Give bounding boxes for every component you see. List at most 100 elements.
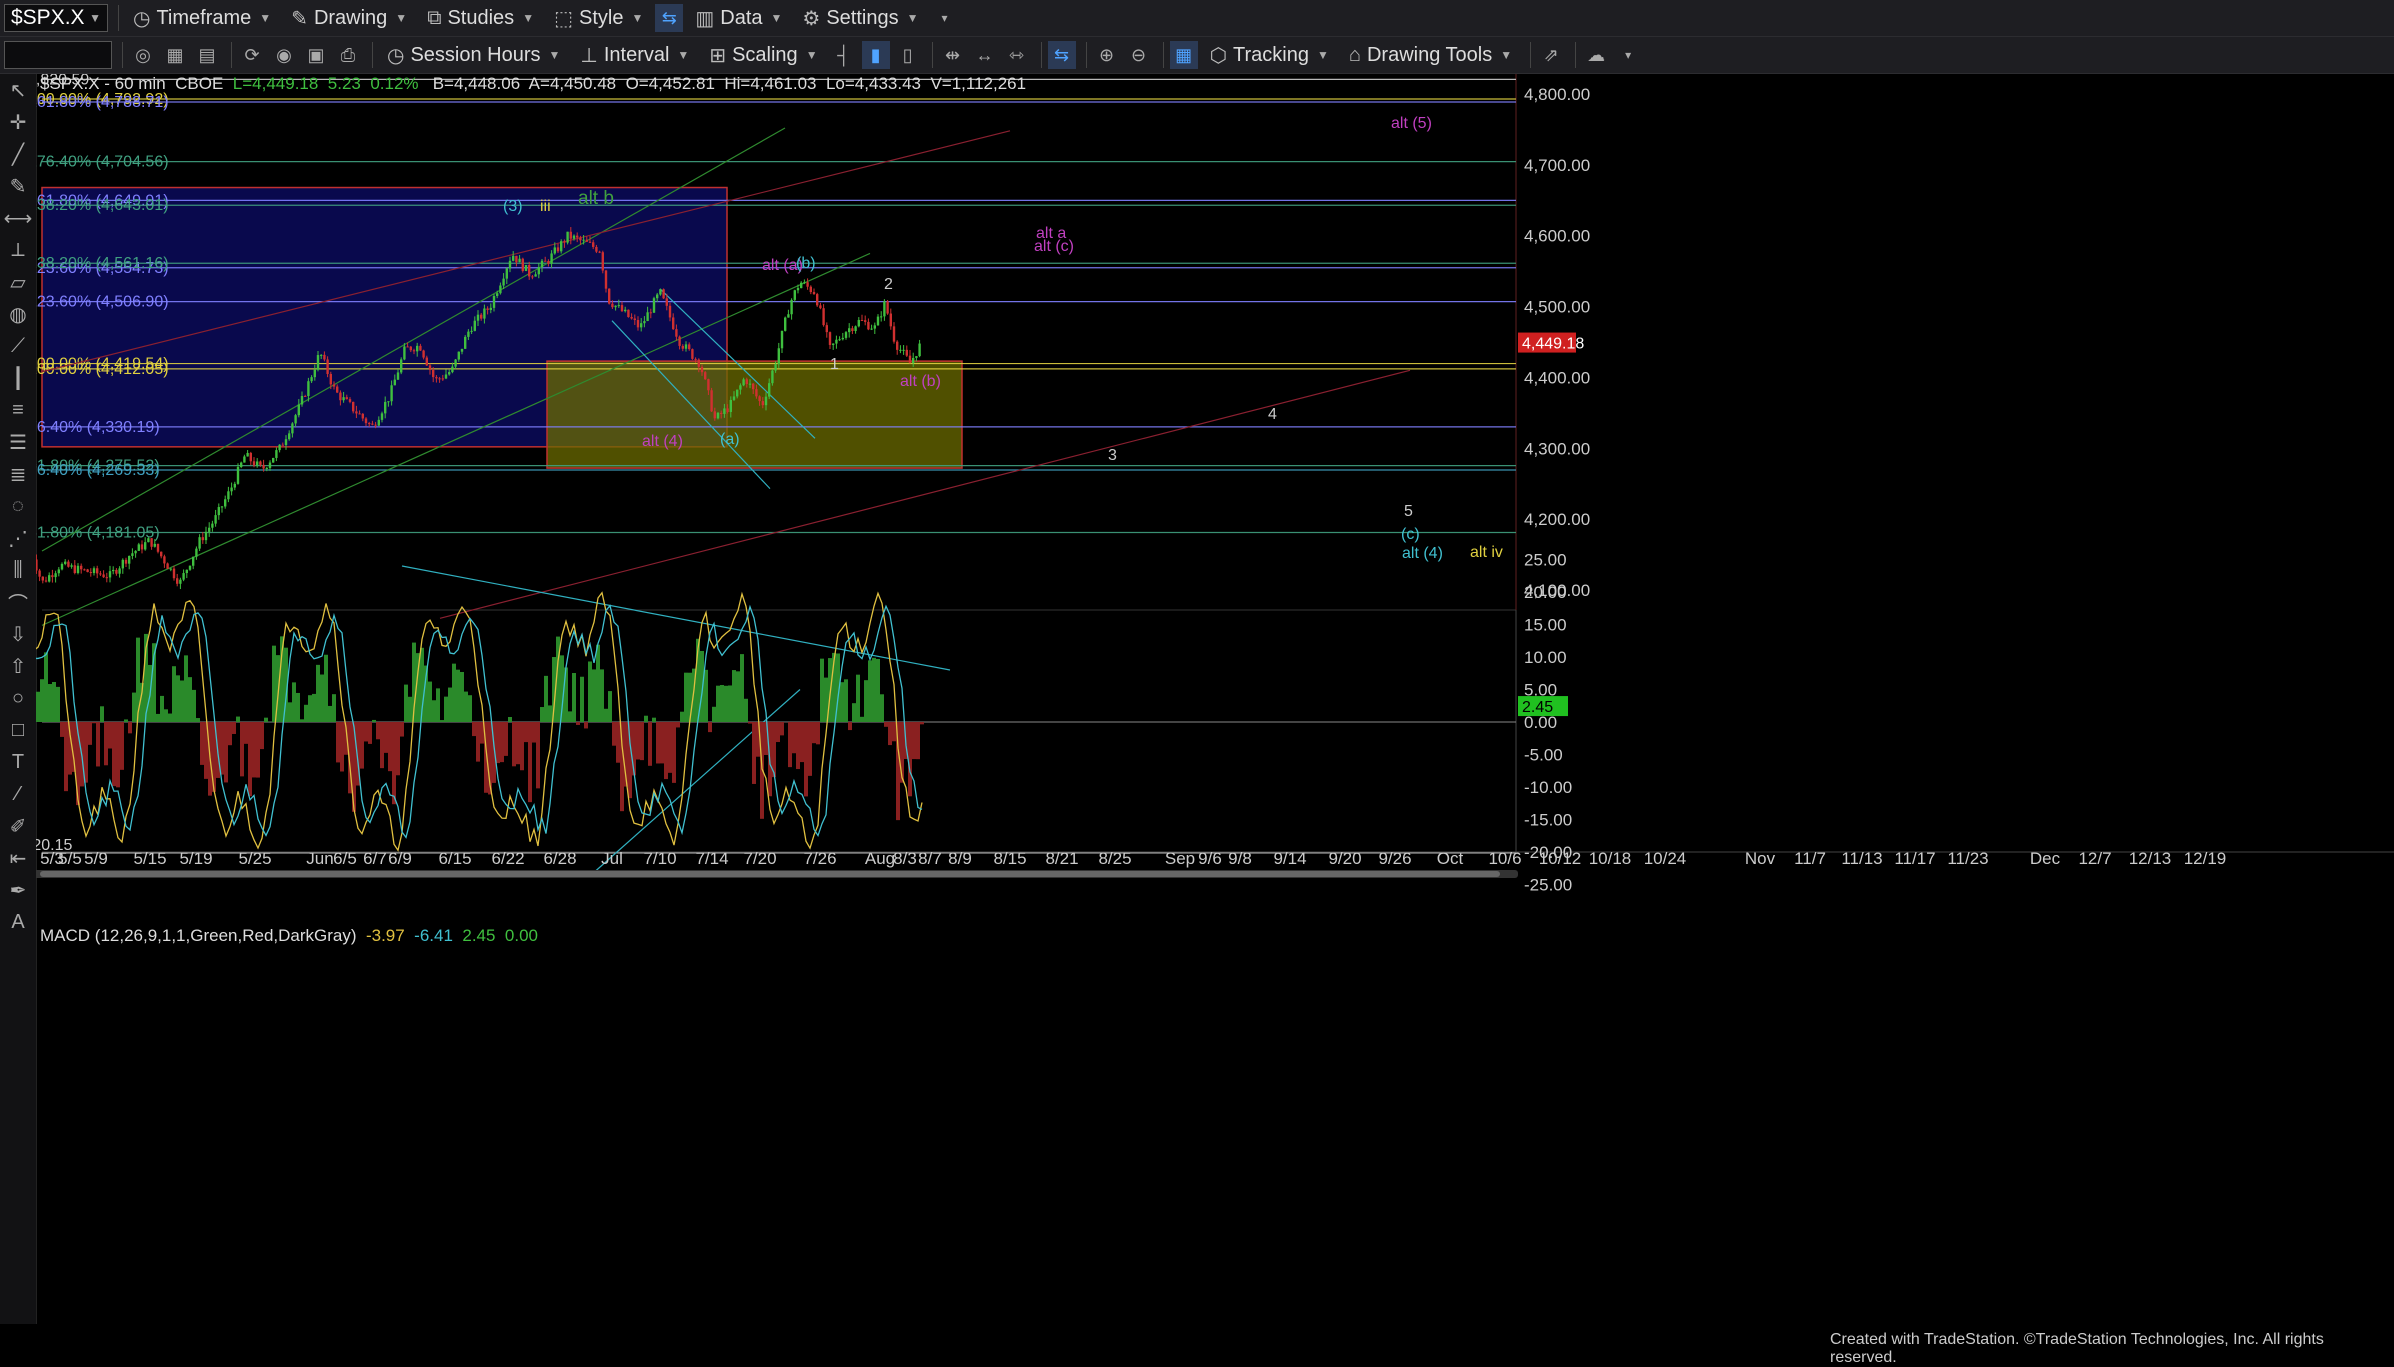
more-icon[interactable]: ▾ (930, 4, 958, 32)
vertical-lines-icon[interactable]: ┃ (0, 362, 36, 394)
macd-hist-bar (544, 676, 548, 722)
text-icon[interactable]: T (0, 746, 36, 778)
ellipse-icon[interactable]: ○ (0, 682, 36, 714)
candle-body (160, 552, 162, 557)
link-icon[interactable]: ⇆ (1048, 41, 1076, 69)
data-label: Data (720, 7, 762, 30)
scroll-icon[interactable]: ↔ (971, 41, 999, 69)
candle-body (755, 389, 757, 396)
date-tick-label: Jun (306, 849, 333, 868)
arrow-up-icon[interactable]: ⇧ (0, 650, 36, 682)
save-icon[interactable]: ▣ (302, 41, 330, 69)
pen-icon[interactable]: ✎ (0, 170, 36, 202)
export-icon[interactable]: ⇗ (1537, 41, 1565, 69)
crosshair-icon[interactable]: ✛ (0, 106, 36, 138)
macd-current-label: 2.45 (1522, 699, 1553, 716)
fib-fan-icon[interactable]: ≣ (0, 458, 36, 490)
cycle-icon[interactable]: ◌ (0, 490, 36, 522)
macd-hist-bar (848, 722, 852, 730)
distance-icon[interactable]: ⇤ (0, 842, 36, 874)
macd-hist-bar (536, 722, 540, 788)
fib-label: 138.20% (4,643.01) (36, 197, 169, 214)
text-box-icon[interactable]: A (0, 906, 36, 938)
macd-hist-bar (176, 675, 180, 722)
style-menu[interactable]: ⬚Style▼ (546, 4, 651, 32)
candle-body (211, 524, 213, 528)
trendline-icon[interactable]: ╱ (0, 138, 36, 170)
circle-tool-icon[interactable]: ◎ (129, 41, 157, 69)
vertical-measure-icon[interactable]: ⟂ (0, 234, 36, 266)
ruler-icon[interactable]: ⟋ (0, 330, 36, 362)
print-icon[interactable]: ⎙ (334, 41, 362, 69)
magnet-icon[interactable]: ⟳ (238, 41, 266, 69)
scaling-menu[interactable]: ⊞Scaling▼ (701, 41, 825, 69)
symbol-input[interactable]: $SPX.X ▼ (4, 4, 108, 32)
macd-tick-label: 25.00 (1524, 551, 1567, 570)
date-tick-label: 11/17 (1894, 849, 1935, 868)
session-hours-menu[interactable]: ◷Session Hours▼ (379, 41, 568, 69)
candle-body (762, 401, 764, 405)
line-icon[interactable]: ⁄ (0, 778, 36, 810)
drawing-menu[interactable]: ✎Drawing▼ (283, 4, 415, 32)
gann-icon[interactable]: ◍ (0, 298, 36, 330)
rectangle-icon[interactable]: □ (0, 714, 36, 746)
drawing-tools-menu[interactable]: ⌂Drawing Tools▼ (1341, 41, 1520, 69)
pan-icon[interactable]: ⇿ (1003, 41, 1031, 69)
channel-icon[interactable]: ▱ (0, 266, 36, 298)
interval-input[interactable] (4, 41, 112, 69)
candle-body (707, 379, 709, 390)
candle-body (493, 296, 495, 308)
pointer-icon[interactable]: ↖ (0, 74, 36, 106)
bar-style-icon[interactable]: ┤ (830, 41, 858, 69)
macd-hist-bar (580, 677, 584, 722)
zoom-in-icon[interactable]: ⊕ (1093, 41, 1121, 69)
fib-icon[interactable]: ≡ (0, 394, 36, 426)
chevron-down-icon: ▼ (549, 48, 561, 62)
link-icon[interactable]: ⇆ (655, 4, 683, 32)
arrow-down-icon[interactable]: ⇩ (0, 618, 36, 650)
macd-hist-bar (328, 706, 332, 722)
speed-lines-icon[interactable]: ⫼ (0, 554, 36, 586)
table-icon[interactable]: ▤ (193, 41, 221, 69)
zoom-out-icon[interactable]: ⊖ (1125, 41, 1153, 69)
object-icon[interactable]: ◉ (270, 41, 298, 69)
fib-extension-icon[interactable]: ☰ (0, 426, 36, 458)
interval-menu[interactable]: ⊥Interval▼ (572, 41, 697, 69)
brush-icon[interactable]: ✐ (0, 810, 36, 842)
fib-arc-icon[interactable]: ⋰ (0, 522, 36, 554)
macd-hist-bar (596, 645, 600, 722)
macd-hist-bar (816, 722, 820, 744)
tracking-menu[interactable]: ⬡Tracking▼ (1202, 41, 1337, 69)
arc-icon[interactable]: ⌒ (0, 586, 36, 618)
candle-body (480, 315, 482, 319)
macd-hist-bar (400, 722, 404, 737)
zoom-fit-icon[interactable]: ⇹ (939, 41, 967, 69)
candle-style-icon[interactable]: ▮ (862, 41, 890, 69)
grid-icon[interactable]: ▦ (161, 41, 189, 69)
studies-menu[interactable]: ⧉Studies▼ (419, 4, 542, 32)
macd-hist-bar (496, 722, 500, 763)
price-chart[interactable]: 4,820.59200.00% (4,792.92)161.80% (4,788… (36, 74, 2394, 1334)
timeframe-menu[interactable]: ◷Timeframe▼ (125, 4, 279, 32)
candle-body (176, 578, 178, 584)
candle-body (765, 397, 767, 406)
macd-hist-bar (220, 722, 224, 775)
crosshair-grid-icon[interactable]: ▦ (1170, 41, 1198, 69)
highlighter-icon[interactable]: ✒ (0, 874, 36, 906)
candle-body (803, 282, 805, 283)
candle-body (384, 402, 386, 413)
cloud-icon[interactable]: ☁ (1582, 41, 1610, 69)
candle-body (224, 499, 226, 506)
macd-hist-bar (200, 722, 204, 765)
settings-menu[interactable]: ⚙Settings▼ (794, 4, 926, 32)
more-icon[interactable]: ▾ (1614, 41, 1642, 69)
candle-body (486, 308, 488, 309)
chevron-down-icon: ▼ (1317, 48, 1329, 62)
date-tick-label: Jul (601, 849, 623, 868)
hollow-candle-icon[interactable]: ▯ (894, 41, 922, 69)
horizontal-measure-icon[interactable]: ⟷ (0, 202, 36, 234)
data-menu[interactable]: ▥Data▼ (687, 4, 790, 32)
candle-body (362, 414, 364, 419)
candle-body (672, 317, 674, 329)
macd-hist-bar (244, 722, 248, 744)
